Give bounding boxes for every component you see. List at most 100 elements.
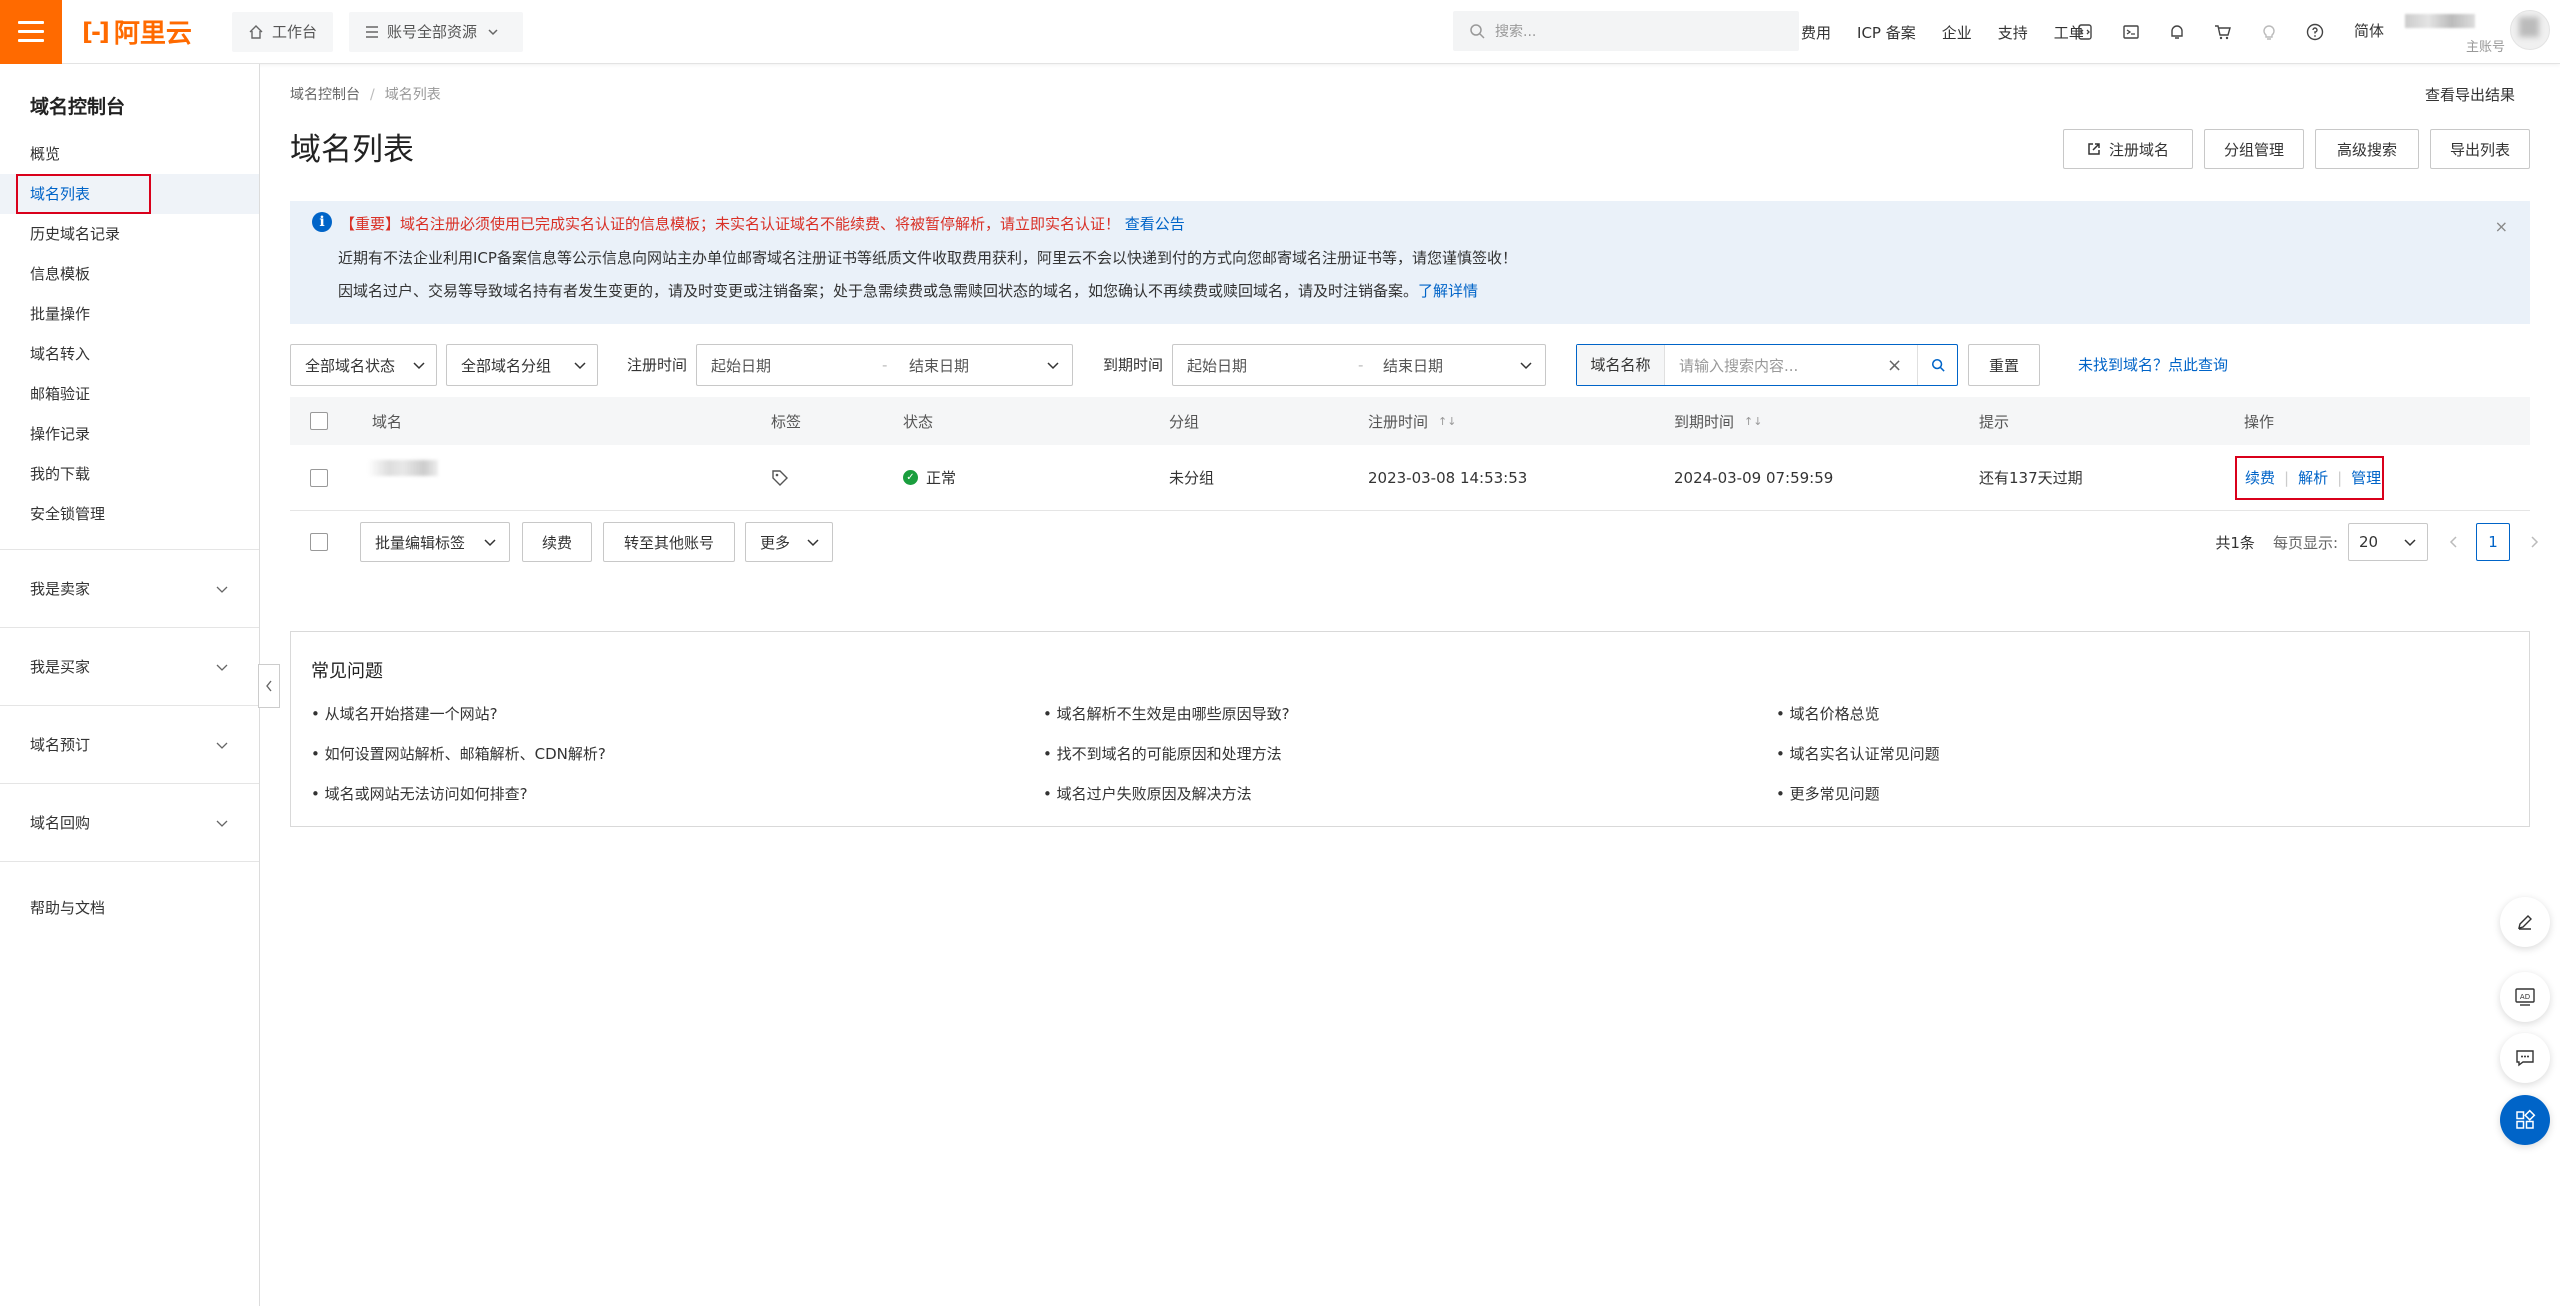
resources-selector[interactable]: 账号全部资源 bbox=[349, 11, 524, 52]
check-circle-icon: ✓ bbox=[903, 470, 918, 485]
bulk-select-checkbox[interactable] bbox=[310, 533, 328, 551]
sidebar-item-transfer-in[interactable]: 域名转入 bbox=[0, 334, 259, 374]
faq-panel: 常见问题 • 从域名开始搭建一个网站? • 域名解析不生效是由哪些原因导致? •… bbox=[290, 631, 2530, 827]
code-icon[interactable] bbox=[2075, 22, 2095, 42]
col-tag: 标签 bbox=[771, 412, 802, 431]
hamburger-menu-button[interactable] bbox=[0, 0, 62, 64]
top-nav: 费用 ICP 备案 企业 支持 工单 bbox=[1775, 0, 2084, 64]
sidebar-item-operation-log[interactable]: 操作记录 bbox=[0, 414, 259, 454]
faq-link[interactable]: • 从域名开始搭建一个网站? bbox=[311, 703, 498, 724]
chevron-down-icon bbox=[216, 664, 228, 671]
domain-name-blurred[interactable] bbox=[368, 459, 438, 476]
domain-search-input[interactable]: 请输入搜索内容... bbox=[1665, 355, 1887, 376]
aliyun-logo[interactable]: [-] 阿里云 bbox=[82, 13, 232, 50]
avatar[interactable] bbox=[2510, 10, 2550, 50]
row-group: 未分组 bbox=[1169, 469, 1215, 487]
exp-date-range[interactable]: 起始日期 - 结束日期 bbox=[1172, 344, 1546, 386]
advanced-search-button[interactable]: 高级搜索 bbox=[2315, 129, 2419, 169]
reg-date-range[interactable]: 起始日期 - 结束日期 bbox=[696, 344, 1073, 386]
export-list-button[interactable]: 导出列表 bbox=[2430, 129, 2530, 169]
search-button[interactable] bbox=[1917, 345, 1957, 385]
faq-link[interactable]: • 域名或网站无法访问如何排查? bbox=[311, 783, 528, 804]
table-row: ✓ 正常 未分组 2023-03-08 14:53:53 2024-03-09 0… bbox=[290, 445, 2530, 511]
workspace-button[interactable]: 工作台 bbox=[232, 11, 334, 52]
nav-icp[interactable]: ICP 备案 bbox=[1857, 22, 1916, 43]
page-button-1[interactable]: 1 bbox=[2476, 523, 2510, 561]
terminal-icon[interactable] bbox=[2121, 22, 2141, 42]
lightbulb-icon[interactable] bbox=[2259, 22, 2279, 42]
apps-float-button[interactable] bbox=[2500, 1095, 2550, 1145]
notice-line-3: 因域名过户、交易等导致域名持有者发生变更的，请及时变更或注销备案；处于急需续费或… bbox=[338, 282, 1479, 300]
help-icon[interactable] bbox=[2305, 22, 2325, 42]
nav-support[interactable]: 支持 bbox=[1998, 22, 2028, 43]
sidebar-item-history[interactable]: 历史域名记录 bbox=[0, 214, 259, 254]
faq-link[interactable]: • 找不到域名的可能原因和处理方法 bbox=[1043, 743, 1282, 764]
search-field-select[interactable]: 域名名称 bbox=[1577, 345, 1665, 385]
register-domain-button[interactable]: 注册域名 bbox=[2063, 129, 2193, 169]
close-icon[interactable]: × bbox=[2495, 217, 2508, 236]
faq-link[interactable]: • 域名实名认证常见问题 bbox=[1776, 743, 1940, 764]
col-expires[interactable]: 到期时间 ↑↓ bbox=[1674, 397, 1762, 445]
language-switch[interactable]: 简体 bbox=[2354, 20, 2384, 41]
group-manage-button[interactable]: 分组管理 bbox=[2204, 129, 2304, 169]
breadcrumb: 域名控制台 / 域名列表 bbox=[290, 87, 441, 103]
chevron-down-icon bbox=[216, 820, 228, 827]
faq-link[interactable]: • 域名过户失败原因及解决方法 bbox=[1043, 783, 1252, 804]
pencil-icon bbox=[2518, 915, 2532, 930]
notice-line-2: 近期有不法企业利用ICP备案信息等公示信息向网站主办单位邮寄域名注册证书等纸质文… bbox=[338, 249, 1517, 267]
sidebar-group-buyer[interactable]: 我是买家 bbox=[0, 628, 259, 706]
chevron-left-icon[interactable] bbox=[2448, 535, 2460, 549]
global-search-input[interactable]: 搜索... bbox=[1453, 11, 1799, 51]
per-page-select[interactable]: 20 bbox=[2348, 523, 2428, 561]
transfer-account-button[interactable]: 转至其他账号 bbox=[603, 522, 735, 562]
notice-link-announcement[interactable]: 查看公告 bbox=[1125, 215, 1185, 233]
per-page-label: 每页显示: bbox=[2272, 533, 2338, 552]
breadcrumb-root[interactable]: 域名控制台 bbox=[290, 87, 360, 103]
col-registered[interactable]: 注册时间 ↑↓ bbox=[1368, 397, 1456, 445]
col-group: 分组 bbox=[1169, 412, 1200, 431]
pagination: 共1条 每页显示: 20 1 bbox=[2215, 522, 2540, 562]
sidebar-item-overview[interactable]: 概览 bbox=[0, 134, 259, 174]
sort-icon[interactable]: ↑↓ bbox=[1438, 415, 1456, 428]
row-checkbox[interactable] bbox=[310, 468, 328, 487]
sidebar-item-downloads[interactable]: 我的下载 bbox=[0, 454, 259, 494]
sidebar-group-buyback[interactable]: 域名回购 bbox=[0, 784, 259, 862]
bulk-renew-button[interactable]: 续费 bbox=[522, 522, 592, 562]
notice-link-details[interactable]: 了解详情 bbox=[1418, 282, 1478, 300]
group-filter-select[interactable]: 全部域名分组 bbox=[446, 344, 598, 386]
not-found-query-link[interactable]: 未找到域名？点此查询 bbox=[2078, 354, 2228, 375]
sort-icon[interactable]: ↑↓ bbox=[1744, 415, 1762, 428]
sidebar-item-batch[interactable]: 批量操作 bbox=[0, 294, 259, 334]
faq-link[interactable]: • 域名价格总览 bbox=[1776, 703, 1880, 724]
sidebar-item-security-lock[interactable]: 安全锁管理 bbox=[0, 494, 259, 534]
exp-time-label: 到期时间 bbox=[1103, 356, 1164, 374]
export-result-link[interactable]: 查看导出结果 bbox=[2425, 84, 2515, 105]
faq-link[interactable]: • 如何设置网站解析、邮箱解析、CDN解析? bbox=[311, 743, 606, 764]
sidebar-collapse-button[interactable] bbox=[258, 664, 280, 708]
ad-float-button[interactable]: AD bbox=[2500, 972, 2550, 1022]
clear-icon[interactable]: × bbox=[1887, 355, 1917, 376]
faq-link[interactable]: • 更多常见问题 bbox=[1776, 783, 1880, 804]
nav-billing[interactable]: 费用 bbox=[1801, 22, 1831, 43]
sidebar-group-seller[interactable]: 我是卖家 bbox=[0, 550, 259, 628]
reset-button[interactable]: 重置 bbox=[1968, 344, 2040, 386]
list-icon bbox=[366, 25, 379, 38]
home-icon bbox=[249, 24, 263, 39]
cart-icon[interactable] bbox=[2213, 22, 2233, 42]
edit-float-button[interactable] bbox=[2500, 897, 2550, 947]
sidebar-item-help[interactable]: 帮助与文档 bbox=[0, 888, 259, 928]
account-menu[interactable]: 主账号 bbox=[2405, 8, 2505, 56]
chat-float-button[interactable] bbox=[2500, 1033, 2550, 1083]
sidebar-group-reserve[interactable]: 域名预订 bbox=[0, 706, 259, 784]
batch-edit-tags-select[interactable]: 批量编辑标签 bbox=[360, 522, 510, 562]
select-all-checkbox[interactable] bbox=[310, 412, 328, 430]
sidebar-item-email-verify[interactable]: 邮箱验证 bbox=[0, 374, 259, 414]
status-filter-select[interactable]: 全部域名状态 bbox=[290, 344, 437, 386]
faq-link[interactable]: • 域名解析不生效是由哪些原因导致? bbox=[1043, 703, 1290, 724]
sidebar-item-templates[interactable]: 信息模板 bbox=[0, 254, 259, 294]
bell-icon[interactable] bbox=[2167, 22, 2187, 42]
more-select[interactable]: 更多 bbox=[745, 522, 833, 562]
tag-icon[interactable] bbox=[771, 445, 789, 510]
nav-enterprise[interactable]: 企业 bbox=[1942, 22, 1972, 43]
chevron-right-icon[interactable] bbox=[2528, 535, 2540, 549]
